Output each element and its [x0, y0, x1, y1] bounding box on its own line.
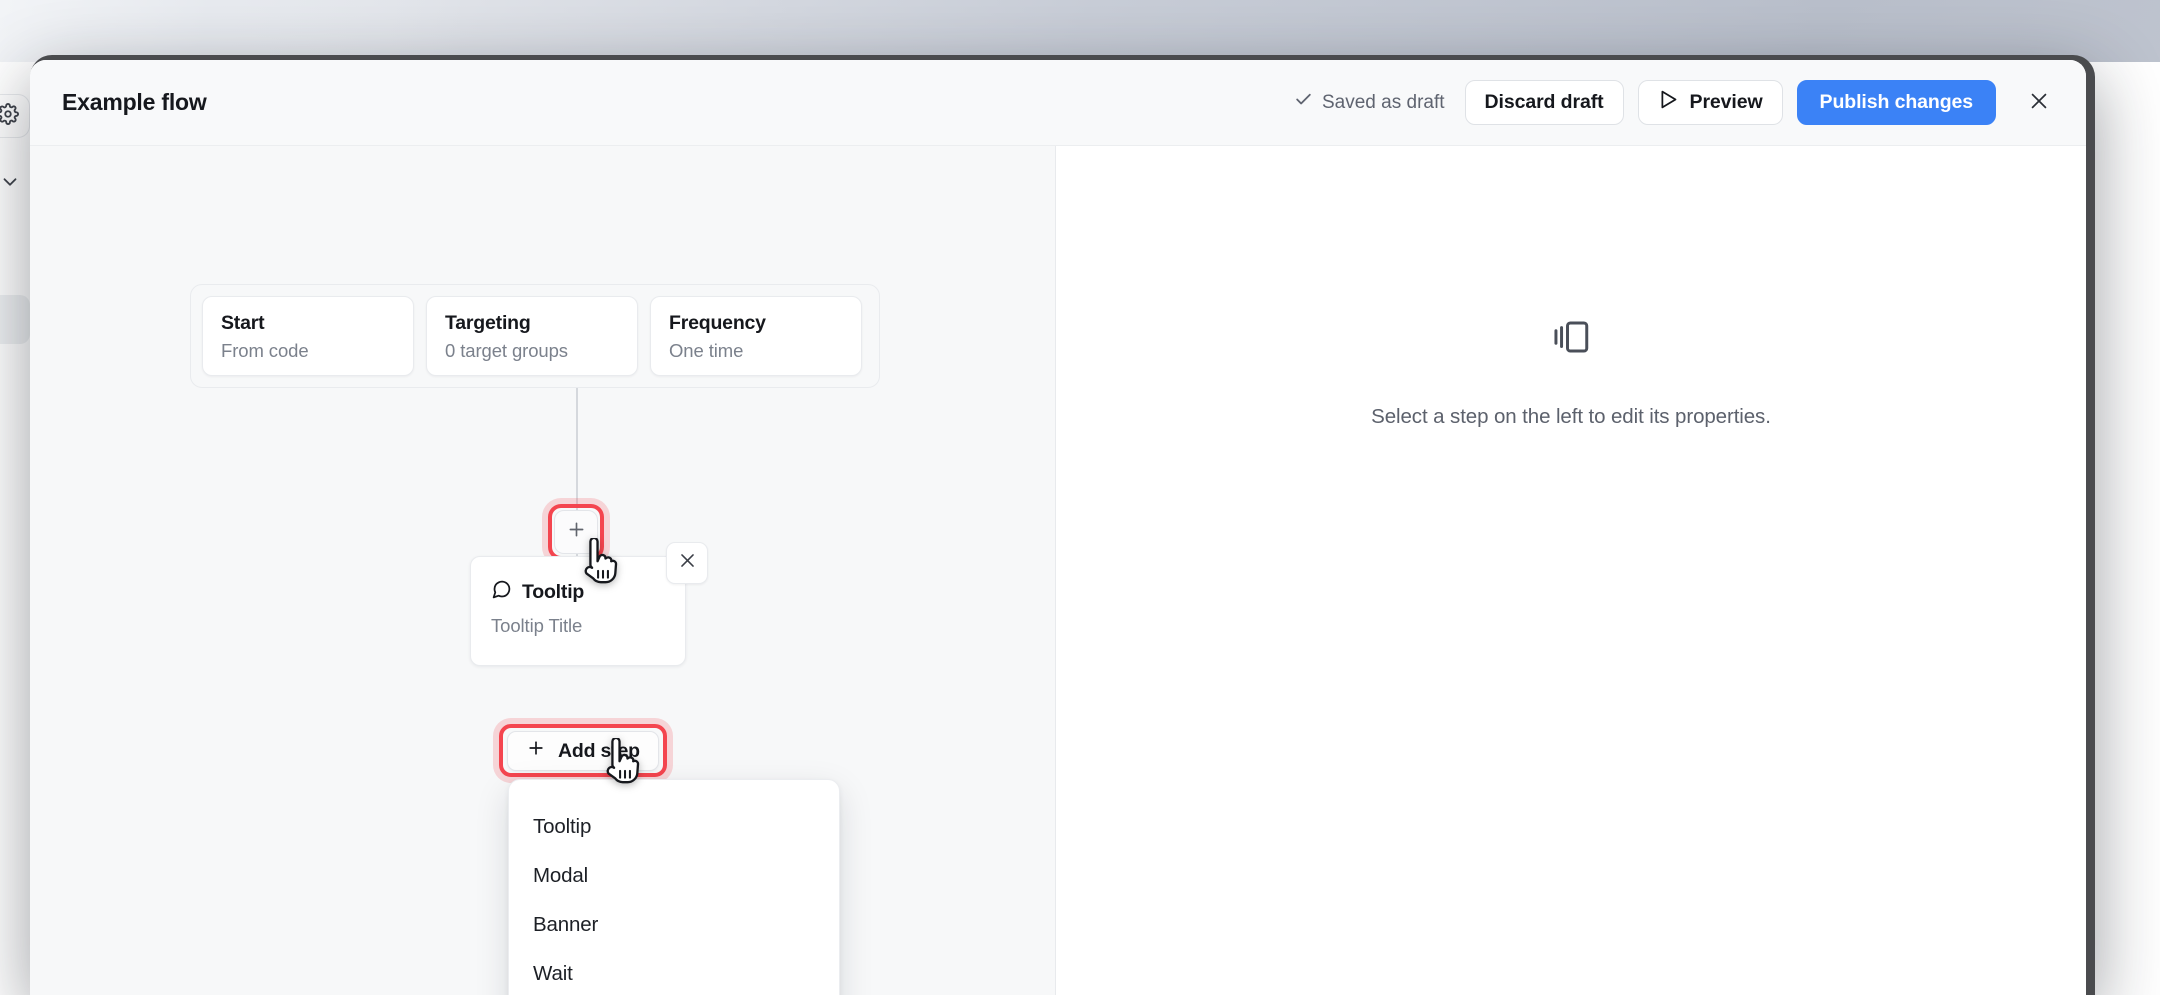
- trigger-card-title: Targeting: [445, 312, 619, 335]
- menu-item-label: Banner: [533, 913, 598, 937]
- gallery-carousel-icon: [1550, 316, 1592, 363]
- menu-item-wait[interactable]: Wait: [509, 949, 839, 995]
- saved-status: Saved as draft: [1294, 90, 1445, 115]
- properties-empty-text: Select a step on the left to edit its pr…: [1371, 405, 1771, 429]
- background-collapse-toggle[interactable]: [0, 172, 22, 196]
- check-icon: [1294, 90, 1313, 115]
- add-step-menu: Tooltip Modal Banner Wait Fork: [508, 779, 840, 995]
- saved-status-label: Saved as draft: [1322, 92, 1445, 114]
- trigger-card-group: Start From code Targeting 0 target group…: [190, 284, 880, 388]
- close-icon: [678, 551, 697, 575]
- background-settings-button[interactable]: [0, 94, 30, 138]
- menu-item-banner[interactable]: Banner: [509, 900, 839, 949]
- trigger-card-start[interactable]: Start From code: [202, 296, 414, 376]
- add-step-button[interactable]: Add step: [507, 731, 659, 771]
- remove-step-button[interactable]: [666, 542, 708, 584]
- trigger-card-targeting[interactable]: Targeting 0 target groups: [426, 296, 638, 376]
- background-sidebar-rail: [0, 124, 31, 981]
- publish-changes-label: Publish changes: [1820, 91, 1973, 114]
- background-placeholder-block: [0, 295, 30, 344]
- trigger-card-title: Frequency: [669, 312, 843, 335]
- plus-icon: [566, 519, 587, 545]
- close-icon: [2028, 90, 2050, 115]
- step-node-header: Tooltip: [491, 579, 665, 605]
- header-actions: Saved as draft Discard draft Preview Pub…: [1294, 80, 2060, 125]
- menu-item-tooltip[interactable]: Tooltip: [509, 802, 839, 851]
- trigger-card-subtitle: 0 target groups: [445, 340, 619, 362]
- edge-trigger-to-plus: [576, 388, 578, 512]
- plus-icon: [526, 738, 546, 764]
- chevron-down-icon: [0, 171, 21, 198]
- menu-item-label: Tooltip: [533, 815, 591, 839]
- trigger-card-frequency[interactable]: Frequency One time: [650, 296, 862, 376]
- step-node-subtitle: Tooltip Title: [491, 615, 665, 637]
- menu-item-label: Modal: [533, 864, 588, 888]
- play-triangle-icon: [1658, 89, 1679, 116]
- trigger-card-subtitle: One time: [669, 340, 843, 362]
- close-modal-button[interactable]: [2018, 82, 2060, 124]
- trigger-card-title: Start: [221, 312, 395, 335]
- preview-label: Preview: [1690, 91, 1763, 114]
- step-node-tooltip[interactable]: Tooltip Tooltip Title: [470, 556, 686, 666]
- flow-editor-modal: Example flow Saved as draft Discard draf…: [30, 60, 2086, 995]
- flow-canvas[interactable]: Start From code Targeting 0 target group…: [30, 146, 1056, 995]
- publish-changes-button[interactable]: Publish changes: [1797, 80, 1996, 125]
- menu-item-label: Wait: [533, 962, 573, 986]
- preview-button[interactable]: Preview: [1638, 80, 1783, 125]
- step-node-title: Tooltip: [522, 581, 584, 604]
- gear-icon: [0, 103, 19, 130]
- add-step-label: Add step: [558, 740, 640, 763]
- page-title: Example flow: [62, 89, 207, 116]
- insert-step-button[interactable]: [554, 510, 598, 554]
- modal-header: Example flow Saved as draft Discard draf…: [30, 60, 2086, 146]
- message-square-icon: [491, 579, 512, 605]
- trigger-card-subtitle: From code: [221, 340, 395, 362]
- properties-panel: Select a step on the left to edit its pr…: [1056, 146, 2086, 995]
- modal-body: Start From code Targeting 0 target group…: [30, 146, 2086, 995]
- discard-draft-button[interactable]: Discard draft: [1465, 80, 1624, 125]
- menu-item-modal[interactable]: Modal: [509, 851, 839, 900]
- discard-draft-label: Discard draft: [1485, 91, 1604, 114]
